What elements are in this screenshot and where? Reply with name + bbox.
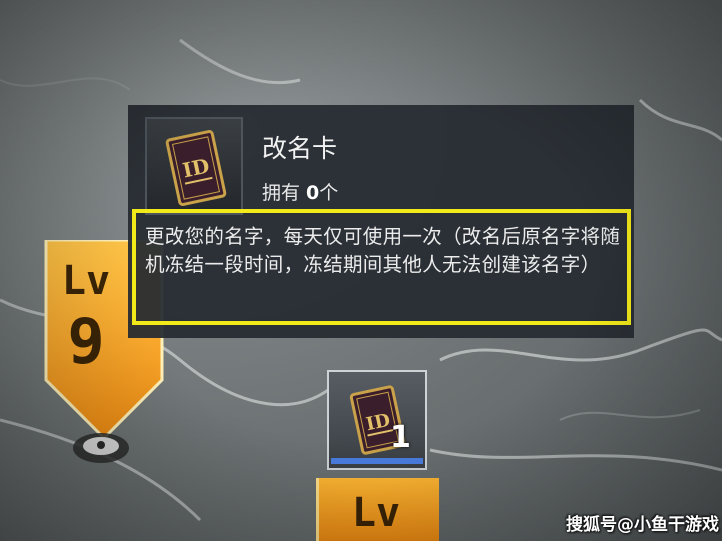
watermark: 搜狐号@小鱼干游戏 — [566, 515, 719, 535]
item-slot[interactable]: ID — [327, 370, 427, 470]
item-slot-count: 1 — [390, 420, 411, 455]
owned-suffix: 个 — [319, 182, 339, 204]
level-value: 9 — [67, 305, 105, 378]
rename-card-icon: ID — [165, 129, 227, 207]
item-icon-frame: ID — [145, 117, 243, 215]
owned-number: 0 — [306, 182, 320, 204]
map-pin-icon — [70, 428, 132, 468]
level-label: Lv — [61, 258, 111, 304]
owned-count: 拥有 0个 — [262, 178, 338, 205]
item-slot-progress — [331, 458, 423, 464]
item-description: 更改您的名字，每天仅可使用一次（改名后原名字将随机冻结一段时间，冻结期间其他人无… — [145, 225, 621, 276]
level-label-secondary: Lv — [351, 490, 401, 536]
owned-prefix: 拥有 — [262, 182, 307, 204]
item-name: 改名卡 — [262, 134, 338, 163]
